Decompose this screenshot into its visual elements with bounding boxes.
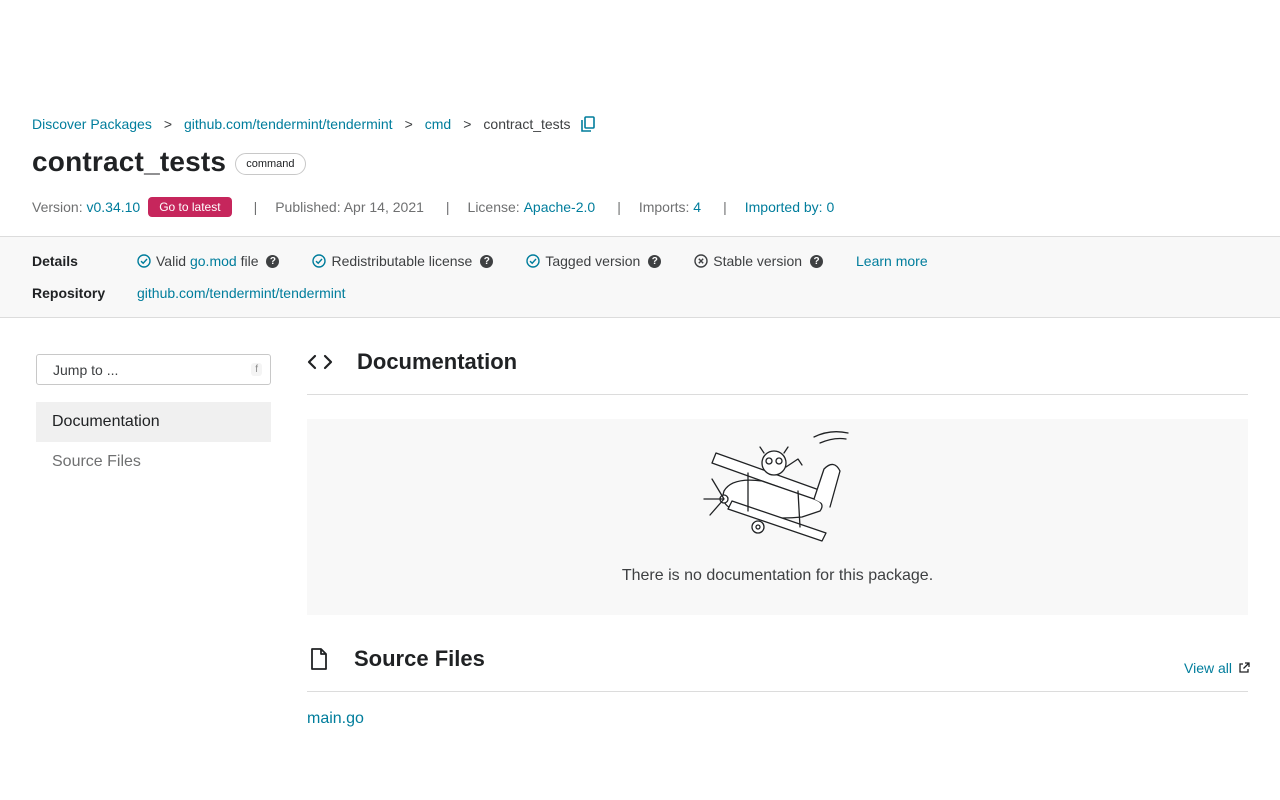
gomod-link[interactable]: go.mod [190,253,237,269]
keyboard-shortcut: f [251,363,262,376]
no-documentation-message: There is no documentation for this packa… [621,567,934,584]
meta-divider: | [253,199,258,215]
page-title: contract_tests [32,146,227,177]
view-all-link[interactable]: View all [1184,660,1250,676]
sidebar-item-documentation[interactable]: Documentation [36,402,271,442]
repository-label: Repository [32,285,106,301]
redistributable-check: Redistributable license ? [312,253,494,269]
tagged-label: Tagged version [545,253,641,269]
breadcrumb-separator: > [463,116,472,132]
help-icon[interactable]: ? [648,254,662,268]
breadcrumb-separator: > [404,116,413,132]
breadcrumb-module[interactable]: github.com/tendermint/tendermint [184,116,393,132]
no-documentation-panel: There is no documentation for this packa… [307,419,1248,615]
valid-suffix: file [240,253,259,269]
meta-divider: | [617,199,621,215]
version-link[interactable]: v0.34.10 [86,199,140,215]
copy-icon[interactable] [580,116,595,132]
source-file-link[interactable]: main.go [307,710,364,728]
meta-line: Version: v0.34.10 Go to latest | Publish… [32,197,834,217]
sidebar-item-source-files[interactable]: Source Files [36,442,271,482]
valid-prefix: Valid [156,253,187,269]
details-label: Details [32,253,78,269]
help-icon[interactable]: ? [810,254,824,268]
title-row: contract_tests command [32,146,306,178]
breadcrumb-cmd[interactable]: cmd [425,116,451,132]
check-circle-icon [137,254,151,268]
license-link[interactable]: Apache-2.0 [524,199,596,215]
learn-more-link[interactable]: Learn more [856,253,928,269]
help-icon[interactable]: ? [266,254,280,268]
stable-check: Stable version ? [694,253,824,269]
source-files-header: Source Files [307,646,485,672]
help-icon[interactable]: ? [480,254,494,268]
breadcrumb-current: contract_tests [483,116,571,132]
view-all-label: View all [1184,660,1232,676]
file-icon [307,648,354,670]
jump-to-placeholder: Jump to ... [53,361,119,378]
breadcrumb: Discover Packages > github.com/tendermin… [32,116,595,132]
package-type-chip: command [235,153,306,175]
go-to-latest-button[interactable]: Go to latest [148,197,232,217]
repository-row: Repository github.com/tendermint/tenderm… [32,285,346,301]
valid-gomod-check: Valid go.mod file ? [137,253,280,269]
repository-link[interactable]: github.com/tendermint/tendermint [137,285,346,301]
details-row: Details Valid go.mod file ? Redistributa… [32,253,928,269]
published-date: Published: Apr 14, 2021 [275,199,424,215]
tagged-check: Tagged version ? [526,253,662,269]
meta-divider: | [445,199,450,215]
redistributable-label: Redistributable license [331,253,473,269]
source-files-title: Source Files [354,646,485,671]
code-icon [307,352,357,372]
documentation-header: Documentation [307,349,517,375]
divider [307,691,1248,692]
breadcrumb-discover-packages[interactable]: Discover Packages [32,116,152,132]
x-circle-icon [694,254,708,268]
check-circle-icon [526,254,541,268]
imports-label: Imports: [638,199,690,215]
jump-to-input[interactable]: Jump to ... f [36,354,271,385]
imported-by-link[interactable]: Imported by: 0 [745,199,835,215]
documentation-title: Documentation [357,349,518,374]
breadcrumb-separator: > [163,116,173,132]
meta-divider: | [723,199,727,215]
imports-link[interactable]: 4 [693,199,701,215]
license-label: License: [467,199,520,215]
version-label: Version: [32,199,83,215]
stable-label: Stable version [713,253,803,269]
details-band: Details Valid go.mod file ? Redistributa… [0,236,1280,318]
check-circle-icon [312,254,327,268]
divider [307,394,1248,395]
gopher-airplane-illustration [703,431,849,542]
external-link-icon [1239,662,1250,673]
